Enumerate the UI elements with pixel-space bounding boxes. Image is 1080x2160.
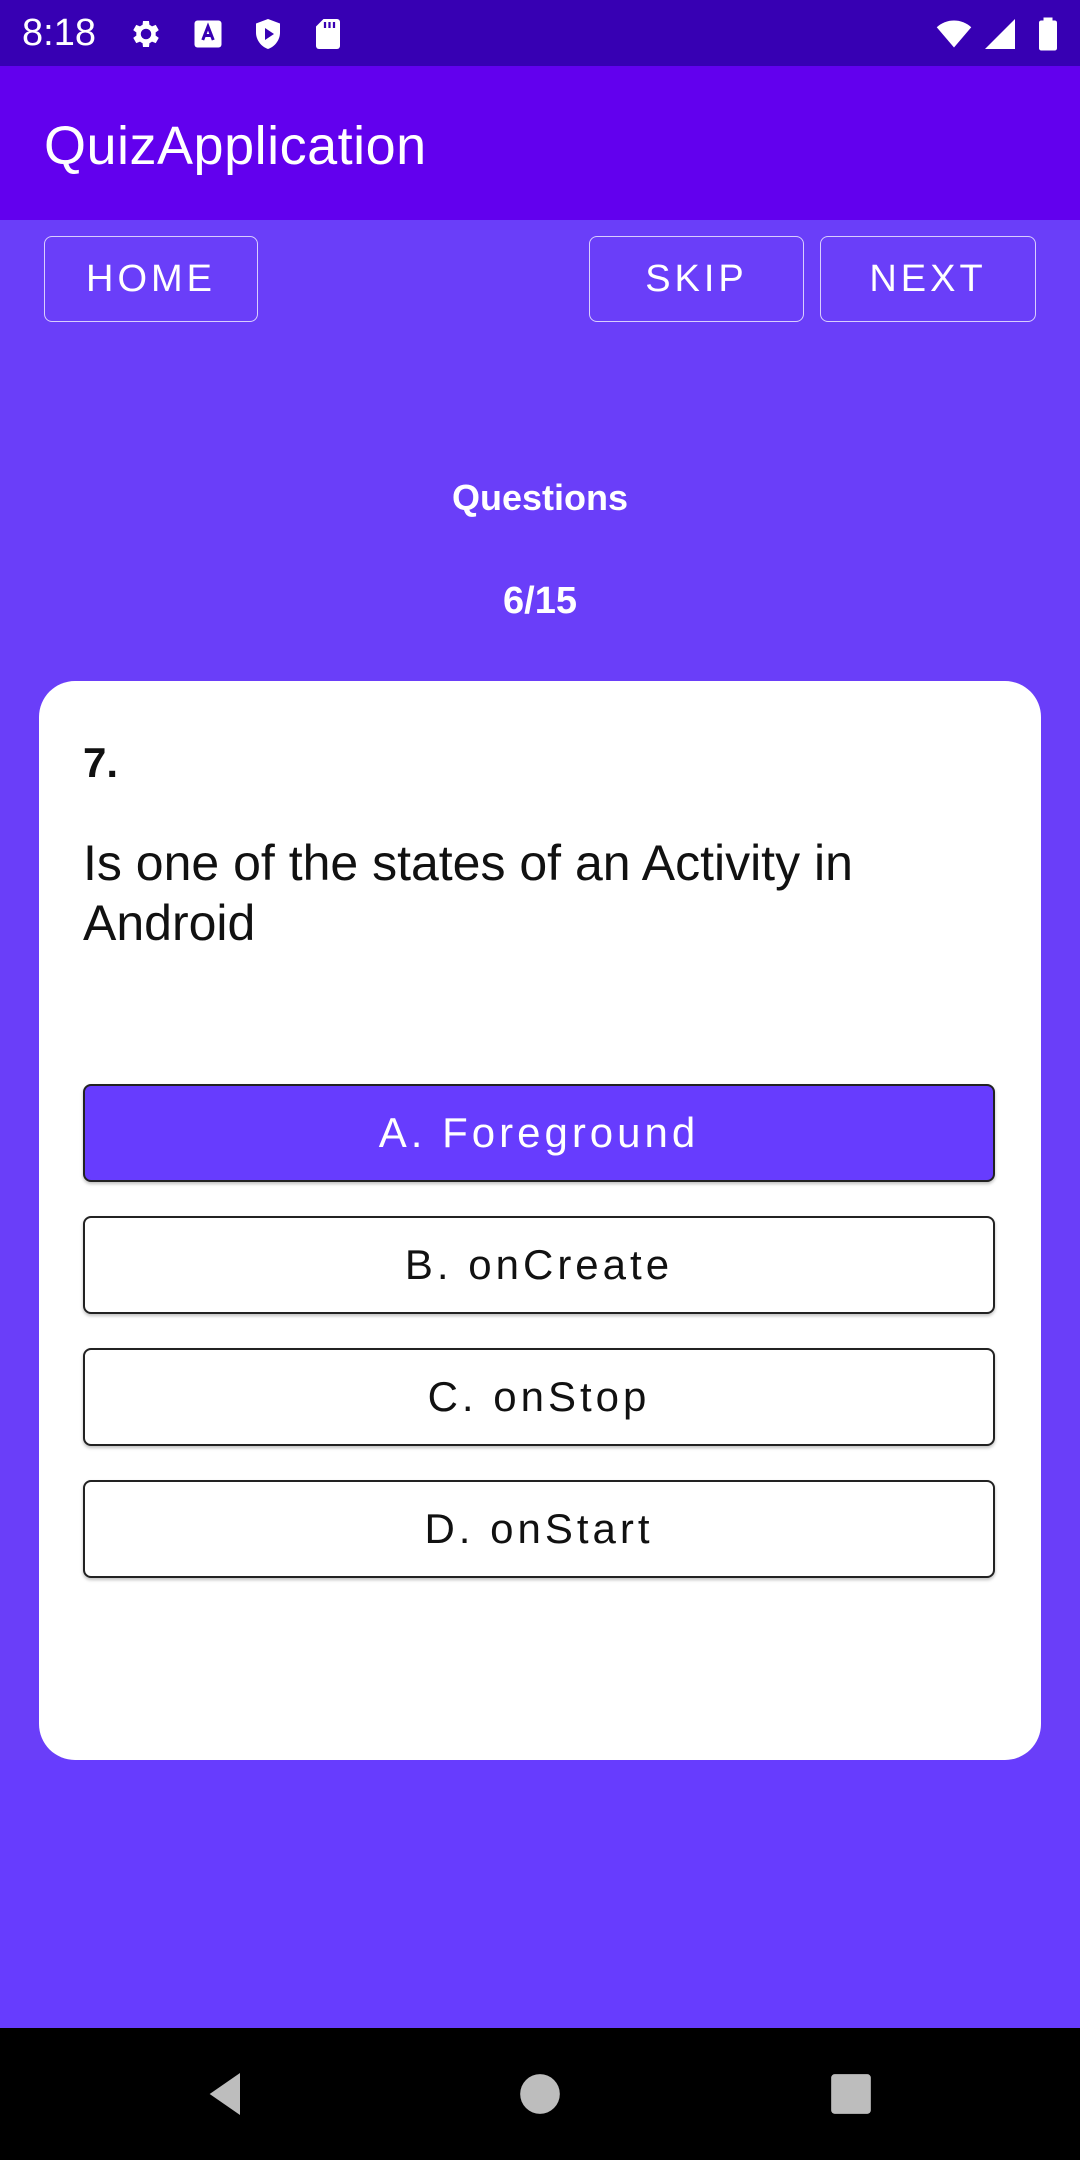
- next-button[interactable]: NEXT: [820, 236, 1036, 322]
- play-shield-icon: [250, 16, 286, 52]
- recents-icon[interactable]: [823, 2066, 879, 2122]
- questions-count: 6/15: [503, 580, 577, 622]
- option-c-button[interactable]: C. onStop: [83, 1348, 995, 1446]
- wifi-icon: [936, 16, 972, 52]
- option-d-button[interactable]: D. onStart: [83, 1480, 995, 1578]
- app-title: QuizApplication: [44, 116, 427, 176]
- content-lower: [0, 1760, 1080, 2028]
- option-a-button[interactable]: A. Foreground: [83, 1084, 995, 1182]
- home-button[interactable]: HOME: [44, 236, 258, 322]
- home-icon[interactable]: [512, 2066, 568, 2122]
- signal-icon: [982, 16, 1018, 52]
- skip-button[interactable]: SKIP: [589, 236, 804, 322]
- question-text: Is one of the states of an Activity in A…: [83, 835, 853, 951]
- battery-icon: [1030, 16, 1066, 52]
- sd-card-icon: [310, 16, 346, 52]
- back-icon[interactable]: [198, 2066, 254, 2122]
- status-time: 8:18: [22, 12, 96, 54]
- system-nav-bar: [0, 2028, 1080, 2160]
- question-card: 7. Is one of the states of an Activity i…: [39, 681, 1041, 1760]
- gear-icon: [128, 16, 164, 52]
- app-bar: QuizApplication: [0, 66, 1080, 220]
- status-bar: 8:18: [0, 0, 1080, 66]
- option-b-button[interactable]: B. onCreate: [83, 1216, 995, 1314]
- text-a-icon: [190, 16, 226, 52]
- question-number: 7.: [83, 739, 119, 786]
- questions-label: Questions: [451, 477, 629, 518]
